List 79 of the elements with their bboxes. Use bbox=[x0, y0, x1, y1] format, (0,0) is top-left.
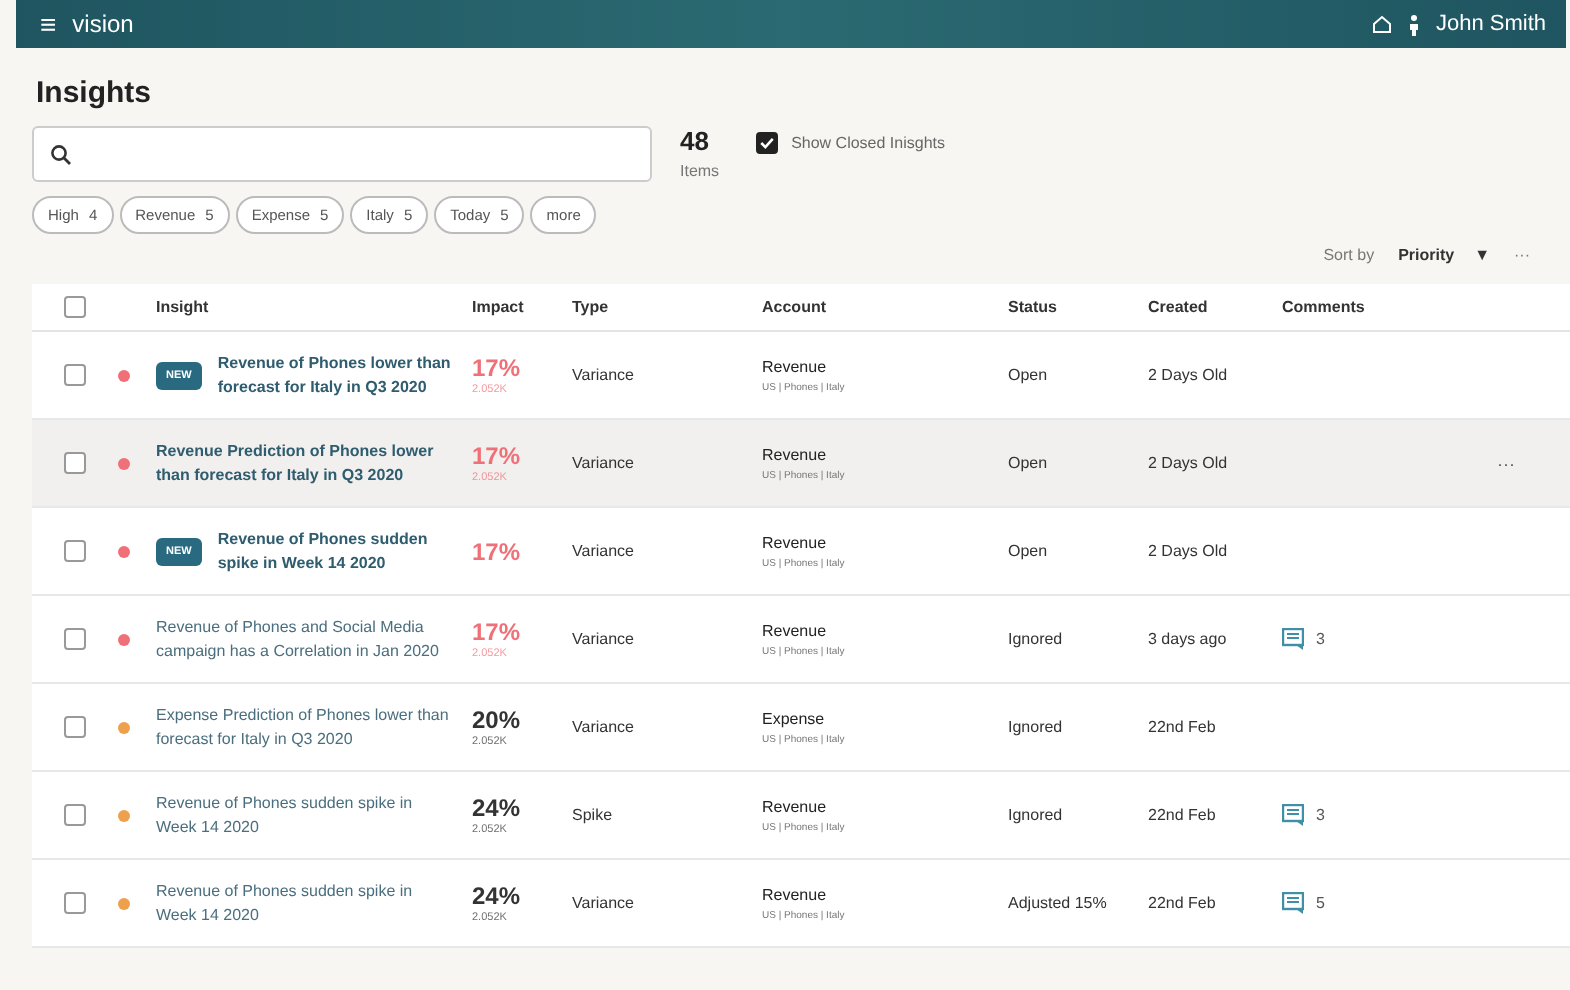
table-cell-text: Variance bbox=[572, 630, 636, 648]
person-icon[interactable] bbox=[1407, 13, 1420, 35]
search-icon[interactable] bbox=[50, 143, 72, 165]
impact-value: 24% bbox=[472, 794, 523, 822]
table-cell-text: 22nd Feb bbox=[1148, 894, 1218, 912]
checkbox[interactable] bbox=[64, 804, 86, 826]
account-name: Revenue bbox=[762, 357, 829, 375]
comment-icon bbox=[1282, 628, 1304, 650]
checkbox[interactable] bbox=[64, 296, 86, 318]
search-field[interactable] bbox=[32, 126, 652, 182]
table-cell-text: Open bbox=[1008, 454, 1050, 472]
account-name: Revenue bbox=[762, 621, 829, 639]
insight-title-link[interactable]: Revenue of Phones sudden spike in Week 14 2020 bbox=[156, 879, 472, 927]
home-icon[interactable] bbox=[1371, 14, 1392, 34]
column-header[interactable]: Account bbox=[762, 298, 1008, 316]
comment-icon bbox=[1282, 892, 1304, 914]
insight-title-link[interactable]: Expense Prediction of Phones lower than forecast for Italy in Q3 2020 bbox=[156, 703, 472, 751]
comment-count: 3 bbox=[1316, 806, 1325, 824]
table-cell-text: 2 Days Old bbox=[1148, 366, 1230, 384]
item-count-label: Items bbox=[680, 162, 720, 180]
checkbox[interactable] bbox=[755, 132, 778, 154]
impact-value: 20% bbox=[472, 706, 523, 734]
checkbox[interactable] bbox=[64, 364, 86, 386]
table-cell-text: Open bbox=[1008, 366, 1050, 384]
table-cell-text: Variance bbox=[572, 366, 636, 384]
table-cell-text: Open bbox=[1008, 542, 1050, 560]
checkbox[interactable] bbox=[64, 892, 86, 914]
insight-title-link[interactable]: Revenue of Phones sudden spike in Week 14 2020 bbox=[217, 527, 472, 575]
account-name: Revenue bbox=[762, 445, 829, 463]
menu-icon[interactable]: ≡ bbox=[40, 10, 57, 38]
table-cell-text: Variance bbox=[572, 542, 636, 560]
table-cell-text: 2 Days Old bbox=[1148, 454, 1230, 472]
table-cell-text: Ignored bbox=[1008, 718, 1065, 736]
account-name: Expense bbox=[762, 709, 827, 727]
column-header[interactable]: Type bbox=[572, 298, 762, 316]
table-cell-text: Ignored bbox=[1008, 806, 1065, 824]
table-cell-text: 3 days ago bbox=[1148, 630, 1229, 648]
comment-icon bbox=[1282, 804, 1304, 826]
impact-value: 17% bbox=[472, 442, 523, 470]
column-header[interactable]: Comments bbox=[1282, 298, 1442, 316]
checkbox[interactable] bbox=[64, 628, 86, 650]
page-title: Insights bbox=[34, 74, 154, 114]
table-cell-text: Spike bbox=[572, 806, 615, 824]
user-name[interactable]: John Smith bbox=[1435, 12, 1546, 36]
column-header[interactable]: Status bbox=[1008, 298, 1148, 316]
table-cell-text: Ignored bbox=[1008, 630, 1065, 648]
item-count: 48 bbox=[680, 126, 711, 156]
table-cell-text: 2 Days Old bbox=[1148, 542, 1230, 560]
sort-dropdown[interactable]: Priority ▼ bbox=[1398, 246, 1490, 264]
column-header[interactable]: Impact bbox=[472, 298, 572, 316]
table-cell-text: Adjusted 15% bbox=[1008, 894, 1109, 912]
comment-count: 5 bbox=[1316, 894, 1325, 912]
sort-label: Sort by bbox=[1323, 246, 1375, 264]
impact-value: 24% bbox=[472, 882, 523, 910]
table-cell-text: 22nd Feb bbox=[1148, 718, 1218, 736]
insight-title-link[interactable]: Revenue of Phones sudden spike in Week 14 2020 bbox=[156, 791, 472, 839]
column-header[interactable]: Insight bbox=[156, 298, 472, 316]
impact-value: 17% bbox=[472, 354, 523, 382]
app-name: vision bbox=[72, 10, 136, 38]
comment-count: 3 bbox=[1316, 630, 1325, 648]
impact-value: 17% bbox=[472, 618, 523, 646]
insight-title-link[interactable]: Revenue Prediction of Phones lower than forecast for Italy in Q3 2020 bbox=[156, 439, 472, 487]
account-name: Revenue bbox=[762, 797, 829, 815]
checkbox[interactable] bbox=[64, 540, 86, 562]
table-cell-text: Variance bbox=[572, 894, 636, 912]
checkbox[interactable] bbox=[64, 716, 86, 738]
checkbox[interactable] bbox=[64, 452, 86, 474]
row-menu[interactable]: ··· bbox=[1497, 453, 1515, 473]
more-menu[interactable]: ··· bbox=[1514, 246, 1530, 264]
table-cell-text: Variance bbox=[572, 454, 636, 472]
account-name: Revenue bbox=[762, 533, 829, 551]
account-name: Revenue bbox=[762, 885, 829, 903]
checkbox-label: Show Closed Inisghts bbox=[791, 134, 945, 152]
insight-title-link[interactable]: Revenue of Phones lower than forecast for Italy in Q3 2020 bbox=[217, 351, 472, 399]
impact-value: 17% bbox=[472, 537, 523, 565]
column-header[interactable]: Created bbox=[1148, 298, 1282, 316]
insight-title-link[interactable]: Revenue of Phones and Social Media campaign has a Correlation in Jan 2020 bbox=[156, 615, 472, 663]
table-cell-text: Variance bbox=[572, 718, 636, 736]
table-cell-text: 22nd Feb bbox=[1148, 806, 1218, 824]
